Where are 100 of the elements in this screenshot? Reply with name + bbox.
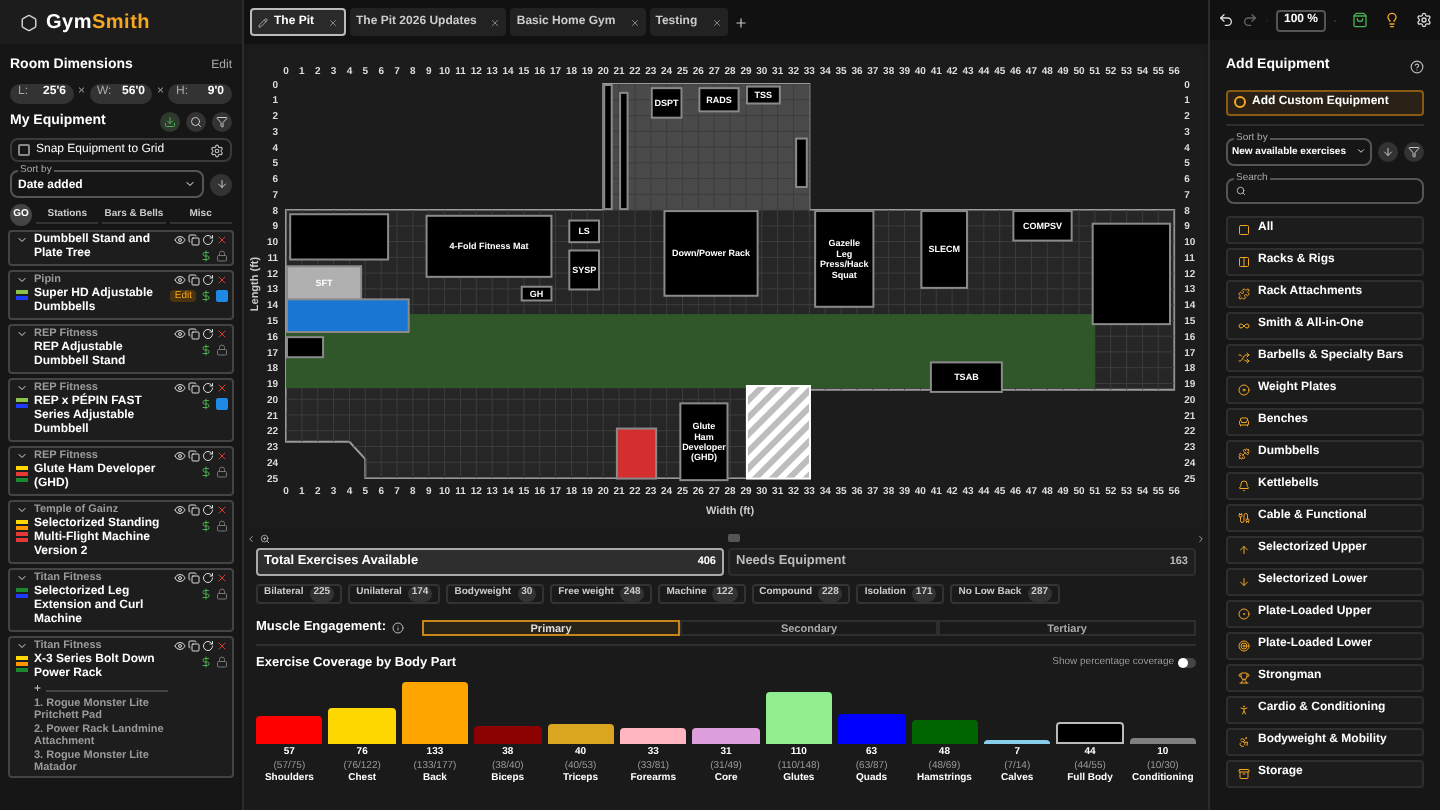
equipment-block[interactable]: [619, 91, 629, 211]
lock-icon[interactable]: [216, 588, 228, 600]
percentage-toggle[interactable]: [1178, 658, 1196, 669]
storage-box-icon: [1238, 767, 1250, 779]
plate-icon: [1238, 383, 1250, 395]
lock-icon[interactable]: [216, 344, 228, 356]
infinity-icon: [1238, 319, 1250, 331]
eye-icon[interactable]: [174, 234, 186, 246]
dollar-icon[interactable]: [200, 290, 212, 302]
copy-icon[interactable]: [188, 450, 200, 462]
equipment-block[interactable]: [289, 213, 390, 261]
add-tab-icon[interactable]: [733, 15, 748, 29]
copy-icon[interactable]: [188, 504, 200, 516]
rotate-icon[interactable]: [202, 640, 214, 652]
bag-icon[interactable]: [1351, 12, 1368, 28]
sort-direction-button[interactable]: [210, 173, 232, 195]
dollar-icon[interactable]: [200, 466, 212, 478]
chevron-icon[interactable]: [15, 274, 27, 286]
chevron-icon[interactable]: [15, 640, 27, 652]
close-icon[interactable]: [216, 234, 228, 246]
chevron-icon[interactable]: [15, 450, 27, 462]
pencil-icon: [258, 17, 268, 27]
chevron-icon[interactable]: [15, 382, 27, 394]
redo-icon[interactable]: [1242, 12, 1258, 28]
rotate-icon[interactable]: [202, 274, 214, 286]
rack-icon: [1238, 255, 1250, 267]
arrow-down-icon: [1382, 145, 1394, 157]
settings-icon[interactable]: [1415, 12, 1432, 28]
runner-icon: [1238, 703, 1250, 715]
chevron-icon[interactable]: [15, 234, 27, 246]
info-icon[interactable]: [392, 621, 405, 634]
dollar-icon[interactable]: [200, 588, 212, 600]
rotate-icon[interactable]: [202, 234, 214, 246]
rotate-icon[interactable]: [202, 382, 214, 394]
search-button[interactable]: [186, 111, 206, 132]
chevron-icon[interactable]: [15, 572, 27, 584]
arrow-down-icon: [215, 178, 227, 190]
close-icon[interactable]: [216, 382, 228, 394]
filter-button[interactable]: [1404, 141, 1424, 161]
eye-icon[interactable]: [174, 450, 186, 462]
eye-icon[interactable]: [174, 572, 186, 584]
swatch-icon[interactable]: [216, 290, 228, 302]
collapse-left-icon[interactable]: [246, 533, 256, 543]
lock-icon[interactable]: [216, 656, 228, 668]
resize-handle[interactable]: [727, 534, 739, 542]
rotate-icon[interactable]: [202, 450, 214, 462]
rotate-icon[interactable]: [202, 504, 214, 516]
equipment-block[interactable]: [1091, 222, 1171, 326]
sort-direction-button[interactable]: [1378, 141, 1398, 161]
trophy-icon: [1238, 671, 1250, 683]
lock-icon[interactable]: [216, 520, 228, 532]
copy-icon[interactable]: [188, 572, 200, 584]
close-icon[interactable]: [216, 328, 228, 340]
filter-button[interactable]: [212, 111, 232, 132]
filter-icon: [1408, 145, 1420, 157]
equipment-block[interactable]: [615, 427, 658, 480]
close-icon[interactable]: [216, 640, 228, 652]
zoom-icon[interactable]: [260, 533, 270, 543]
copy-icon[interactable]: [188, 640, 200, 652]
dollar-icon[interactable]: [200, 344, 212, 356]
swatch-icon[interactable]: [216, 398, 228, 410]
dollar-icon[interactable]: [200, 520, 212, 532]
undo-icon[interactable]: [1218, 12, 1234, 28]
eye-icon[interactable]: [174, 274, 186, 286]
close-icon[interactable]: [216, 450, 228, 462]
lock-icon[interactable]: [216, 250, 228, 262]
lock-icon[interactable]: [216, 466, 228, 478]
equipment-block[interactable]: [795, 137, 808, 188]
rotate-icon[interactable]: [202, 572, 214, 584]
dollar-icon[interactable]: [200, 398, 212, 410]
copy-icon[interactable]: [188, 328, 200, 340]
download-button[interactable]: [160, 111, 180, 132]
chevron-icon[interactable]: [15, 504, 27, 516]
copy-icon[interactable]: [188, 274, 200, 286]
settings-icon[interactable]: [210, 143, 224, 157]
close-icon[interactable]: [216, 572, 228, 584]
close-icon[interactable]: [216, 274, 228, 286]
equipment-block[interactable]: [603, 84, 613, 211]
square-icon: [1238, 223, 1250, 235]
caret-icon: [1356, 146, 1366, 156]
help-icon[interactable]: [1410, 59, 1424, 74]
snap-checkbox[interactable]: [18, 144, 30, 156]
eye-icon[interactable]: [174, 640, 186, 652]
eye-icon[interactable]: [174, 328, 186, 340]
eye-icon[interactable]: [174, 382, 186, 394]
logo-icon: [20, 13, 38, 31]
chevron-icon[interactable]: [15, 328, 27, 340]
dollar-icon[interactable]: [200, 656, 212, 668]
rotate-icon[interactable]: [202, 328, 214, 340]
kettlebell-icon: [1238, 479, 1250, 491]
arrow-down-icon: [1238, 575, 1250, 587]
eye-icon[interactable]: [174, 504, 186, 516]
collapse-right-icon[interactable]: [1196, 533, 1206, 543]
copy-icon[interactable]: [188, 234, 200, 246]
close-icon[interactable]: [216, 504, 228, 516]
copy-icon[interactable]: [188, 382, 200, 394]
dollar-icon[interactable]: [200, 250, 212, 262]
equipment-block[interactable]: [286, 336, 325, 359]
dumbbell-icon: [1238, 447, 1250, 459]
lightbulb-icon[interactable]: [1383, 12, 1400, 28]
